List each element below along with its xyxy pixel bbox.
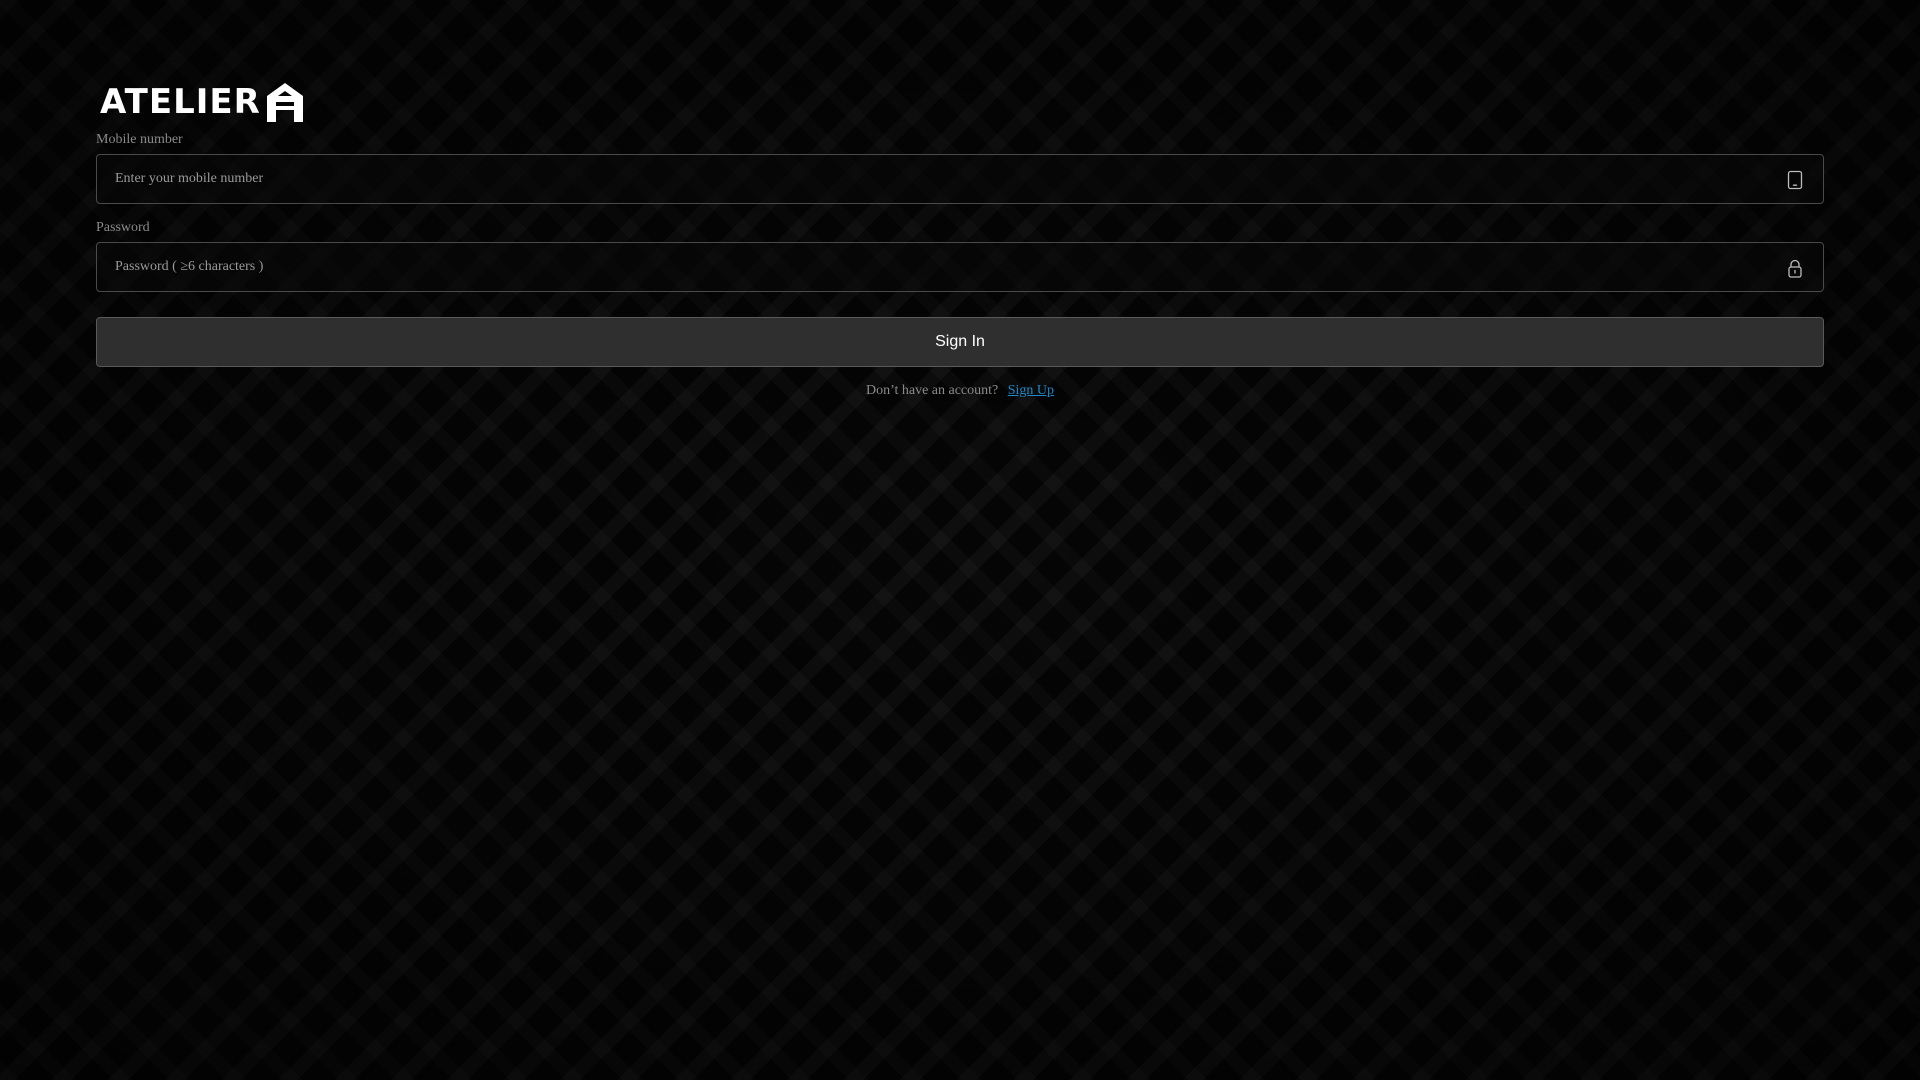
phone-icon <box>1787 170 1803 190</box>
password-input[interactable] <box>97 243 1823 291</box>
password-label: Password <box>96 220 150 235</box>
brand-name: ATELIER <box>100 82 261 122</box>
lock-icon <box>1788 259 1802 278</box>
sign-in-label: Sign In <box>935 333 985 350</box>
mobile-field-wrapper <box>96 154 1824 204</box>
sign-in-button[interactable]: Sign In <box>96 317 1824 367</box>
mobile-input[interactable] <box>97 155 1823 203</box>
signup-prompt: Don’t have an account? <box>865 383 999 398</box>
signup-row: Don’t have an account? Sign Up <box>96 383 1824 399</box>
password-field-wrapper <box>96 242 1824 292</box>
login-form: ATELIER Mobile number Password Sign In D… <box>96 80 1824 399</box>
brand-logo: ATELIER <box>100 80 1824 124</box>
mobile-label: Mobile number <box>96 132 183 147</box>
sign-up-link[interactable]: Sign Up <box>1008 383 1054 398</box>
house-a-icon <box>266 83 303 122</box>
